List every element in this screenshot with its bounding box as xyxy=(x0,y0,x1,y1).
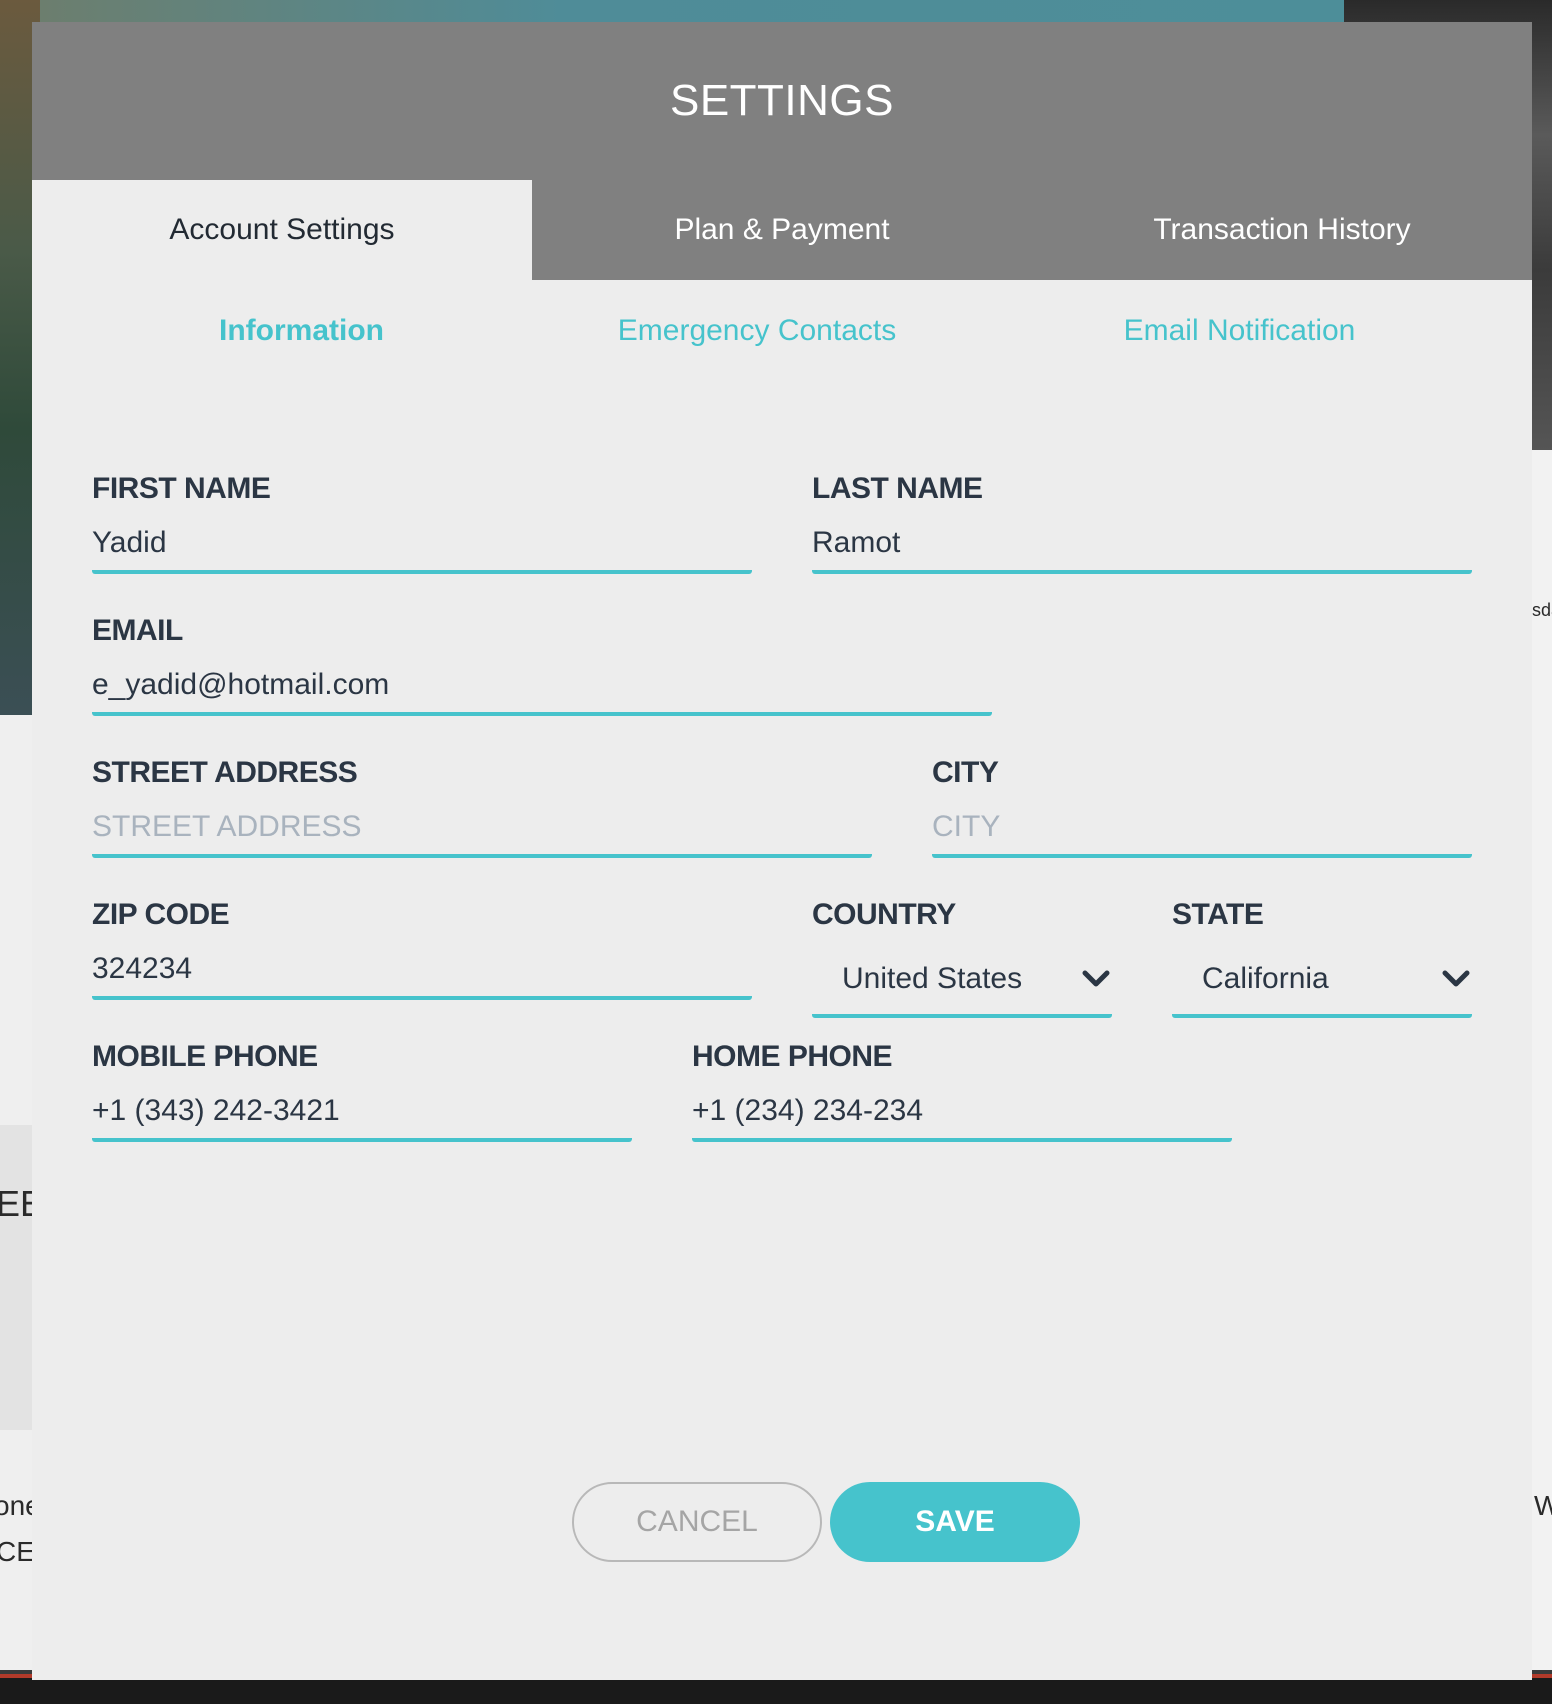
city-input[interactable] xyxy=(932,810,1472,858)
state-select[interactable]: California xyxy=(1172,962,1472,1018)
background-bottom-bar xyxy=(0,1678,1552,1704)
last-name-field: LAST NAME xyxy=(812,472,1472,574)
background-photo-top xyxy=(40,0,1344,24)
home-phone-label: HOME PHONE xyxy=(692,1040,893,1073)
country-selected-value: United States xyxy=(842,962,1023,995)
subtab-information[interactable]: Information xyxy=(32,314,512,348)
background-text-fragment: W xyxy=(1534,1490,1552,1521)
background-panel-right xyxy=(1532,450,1552,1670)
first-name-label: FIRST NAME xyxy=(92,472,271,505)
country-field: COUNTRY United States xyxy=(812,898,1112,1018)
mobile-phone-field: MOBILE PHONE xyxy=(92,1040,632,1142)
first-name-input[interactable] xyxy=(92,526,752,574)
state-label: STATE xyxy=(1172,898,1264,931)
modal-title: SETTINGS xyxy=(669,76,895,125)
modal-header: SETTINGS xyxy=(32,22,1532,180)
mobile-phone-label: MOBILE PHONE xyxy=(92,1040,318,1073)
tab-plan-payment[interactable]: Plan & Payment xyxy=(532,180,1032,280)
email-field: EMAIL xyxy=(92,614,992,716)
account-subtabs: Information Emergency Contacts Email Not… xyxy=(32,280,1532,382)
home-phone-field: HOME PHONE xyxy=(692,1040,1232,1142)
street-address-field: STREET ADDRESS xyxy=(92,756,872,858)
state-field: STATE California xyxy=(1172,898,1472,1018)
background-text-fragment: sda xyxy=(1532,600,1552,620)
settings-modal: SETTINGS Account Settings Plan & Payment… xyxy=(32,22,1532,1680)
last-name-label: LAST NAME xyxy=(812,472,983,505)
settings-tabs: Account Settings Plan & Payment Transact… xyxy=(32,180,1532,280)
country-select[interactable]: United States xyxy=(812,962,1112,1018)
first-name-field: FIRST NAME xyxy=(92,472,752,574)
tab-transaction-history[interactable]: Transaction History xyxy=(1032,180,1532,280)
country-label: COUNTRY xyxy=(812,898,956,931)
street-address-label: STREET ADDRESS xyxy=(92,756,358,789)
zip-code-input[interactable] xyxy=(92,952,752,1000)
save-button[interactable]: SAVE xyxy=(830,1482,1080,1562)
email-input[interactable] xyxy=(92,668,992,716)
city-field: CITY xyxy=(932,756,1472,858)
subtab-emergency-contacts[interactable]: Emergency Contacts xyxy=(512,314,997,348)
email-label: EMAIL xyxy=(92,614,183,647)
background-section-left xyxy=(0,1125,32,1430)
zip-code-field: ZIP CODE xyxy=(92,898,752,1000)
mobile-phone-input[interactable] xyxy=(92,1094,632,1142)
street-address-input[interactable] xyxy=(92,810,872,858)
zip-code-label: ZIP CODE xyxy=(92,898,230,931)
cancel-button[interactable]: CANCEL xyxy=(572,1482,822,1562)
chevron-down-icon xyxy=(1082,970,1110,987)
subtab-email-notification[interactable]: Email Notification xyxy=(997,314,1532,348)
chevron-down-icon xyxy=(1442,970,1470,987)
form-actions: CANCEL SAVE xyxy=(572,1482,1080,1562)
home-phone-input[interactable] xyxy=(692,1094,1232,1142)
background-text-fragment: CE xyxy=(0,1536,35,1567)
city-label: CITY xyxy=(932,756,999,789)
state-selected-value: California xyxy=(1202,962,1329,995)
tab-account-settings[interactable]: Account Settings xyxy=(32,180,532,280)
last-name-input[interactable] xyxy=(812,526,1472,574)
